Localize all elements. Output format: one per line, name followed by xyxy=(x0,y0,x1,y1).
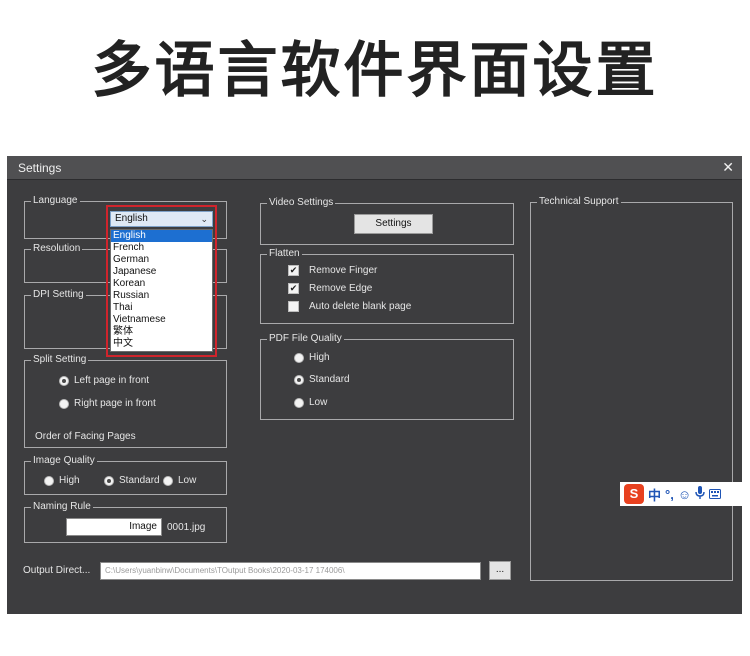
page-headline: 多语言软件界面设置 xyxy=(91,36,659,106)
remove-finger-checkbox[interactable]: ✔ Remove Finger xyxy=(288,265,377,276)
video-settings-button[interactable]: Settings xyxy=(354,214,433,234)
checkbox-indicator: ✔ xyxy=(288,283,299,294)
radio-label: Right page in front xyxy=(74,398,156,409)
language-option[interactable]: Korean xyxy=(111,278,212,290)
radio-label: High xyxy=(59,475,80,486)
pdf-file-quality-group: PDF File Quality High Standard Low xyxy=(260,333,514,420)
language-option[interactable]: German xyxy=(111,254,212,266)
window-title: Settings xyxy=(18,161,62,175)
radio-label: Low xyxy=(309,397,328,408)
language-option[interactable]: English xyxy=(111,230,212,242)
checkbox-indicator xyxy=(288,301,299,312)
dpi-setting-legend: DPI Setting xyxy=(31,289,86,300)
technical-support-legend: Technical Support xyxy=(537,196,621,207)
settings-window: Settings ✕ Language Resolution DPI Setti… xyxy=(7,156,742,614)
split-left-first-radio[interactable]: Left page in front xyxy=(59,375,149,386)
language-option[interactable]: French xyxy=(111,242,212,254)
radio-indicator xyxy=(163,475,173,486)
split-setting-group: Split Setting Left page in front Right p… xyxy=(24,354,227,448)
radio-indicator xyxy=(294,397,304,408)
naming-rule-input[interactable]: Image xyxy=(66,518,162,536)
language-option[interactable]: Japanese xyxy=(111,266,212,278)
split-right-first-radio[interactable]: Right page in front xyxy=(59,398,156,409)
pdf-quality-high-radio[interactable]: High xyxy=(294,352,330,363)
order-of-facing-pages-label: Order of Facing Pages xyxy=(35,431,136,442)
checkbox-label: Remove Edge xyxy=(309,283,373,294)
checkbox-indicator: ✔ xyxy=(288,265,299,276)
language-option[interactable]: 繁体 xyxy=(111,326,212,338)
image-quality-standard-radio[interactable]: Standard xyxy=(104,475,160,486)
language-select-value: English xyxy=(115,213,148,224)
flatten-group: Flatten ✔ Remove Finger ✔ Remove Edge Au… xyxy=(260,248,514,324)
radio-label: High xyxy=(309,352,330,363)
checkbox-label: Auto delete blank page xyxy=(309,301,412,312)
flatten-legend: Flatten xyxy=(267,248,302,259)
technical-support-group: Technical Support xyxy=(530,196,733,581)
language-options-list: English French German Japanese Korean Ru… xyxy=(110,229,213,352)
radio-indicator xyxy=(59,398,69,409)
language-option[interactable]: 中文 xyxy=(111,338,212,350)
image-quality-group: Image Quality High Standard Low xyxy=(24,455,227,495)
radio-label: Standard xyxy=(119,475,160,486)
radio-indicator xyxy=(294,374,304,385)
pdf-quality-standard-radio[interactable]: Standard xyxy=(294,374,350,385)
radio-label: Standard xyxy=(309,374,350,385)
split-setting-legend: Split Setting xyxy=(31,354,89,365)
title-bar: Settings ✕ xyxy=(7,156,742,180)
language-select[interactable]: English ⌄ xyxy=(110,211,213,227)
ime-mode-toggle[interactable]: 中 xyxy=(648,485,661,504)
naming-rule-legend: Naming Rule xyxy=(31,501,93,512)
browse-button[interactable]: ... xyxy=(489,561,511,580)
chevron-down-icon[interactable]: ⌄ xyxy=(200,212,208,226)
radio-indicator xyxy=(59,375,69,386)
video-settings-legend: Video Settings xyxy=(267,197,336,208)
radio-indicator xyxy=(294,352,304,363)
remove-edge-checkbox[interactable]: ✔ Remove Edge xyxy=(288,283,372,294)
pdf-file-quality-legend: PDF File Quality xyxy=(267,333,344,344)
keyboard-icon[interactable] xyxy=(709,487,722,502)
language-option[interactable]: Vietnamese xyxy=(111,314,212,326)
output-directory-label: Output Direct... xyxy=(23,565,91,576)
language-option[interactable]: Russian xyxy=(111,290,212,302)
resolution-legend: Resolution xyxy=(31,243,83,254)
radio-label: Low xyxy=(178,475,197,486)
auto-delete-blank-page-checkbox[interactable]: Auto delete blank page xyxy=(288,301,411,312)
naming-suffix-label: 0001.jpg xyxy=(167,522,206,533)
language-option[interactable]: Thai xyxy=(111,302,212,314)
radio-indicator xyxy=(44,475,54,486)
close-icon[interactable]: ✕ xyxy=(722,159,734,176)
ime-punct-toggle[interactable]: °, xyxy=(665,487,674,502)
pdf-quality-low-radio[interactable]: Low xyxy=(294,397,327,408)
ime-logo-icon[interactable]: S xyxy=(624,484,644,504)
radio-indicator xyxy=(104,475,114,486)
ime-toolbar: S 中 °, ☺ xyxy=(620,482,742,506)
image-quality-legend: Image Quality xyxy=(31,455,97,466)
radio-label: Left page in front xyxy=(74,375,150,386)
microphone-icon[interactable] xyxy=(695,485,705,503)
image-quality-high-radio[interactable]: High xyxy=(44,475,80,486)
image-quality-low-radio[interactable]: Low xyxy=(163,475,196,486)
checkbox-label: Remove Finger xyxy=(309,265,378,276)
smiley-icon[interactable]: ☺ xyxy=(678,487,691,502)
language-legend: Language xyxy=(31,195,80,206)
output-directory-input[interactable]: C:\Users\yuanbinw\Documents\TOutput Book… xyxy=(100,562,481,580)
